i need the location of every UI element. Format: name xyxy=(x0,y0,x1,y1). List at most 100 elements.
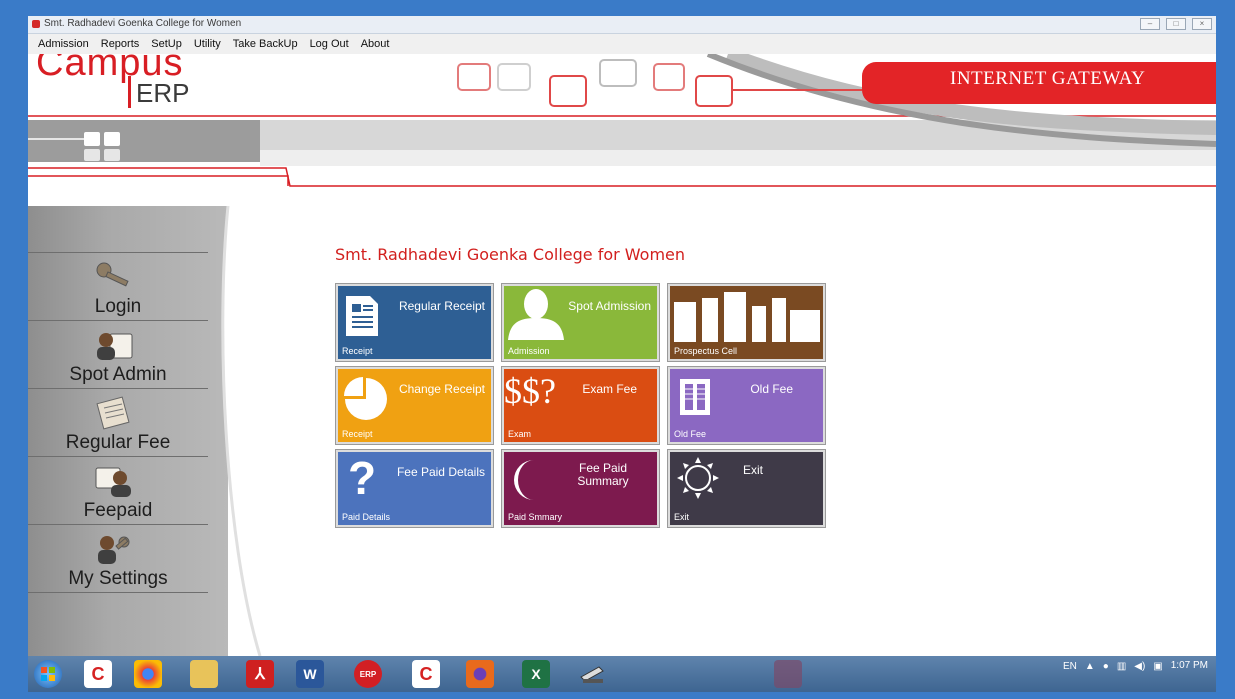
minimize-button[interactable]: – xyxy=(1140,18,1160,30)
taskbar: C ⅄ W ERP C X EN ▲ ● ▥ ◀) ▣ 1:07 PM xyxy=(28,656,1216,692)
windows-logo-icon xyxy=(41,667,55,681)
menu-setup[interactable]: SetUp xyxy=(145,38,188,50)
buildings-icon xyxy=(674,292,820,342)
sidebar-item-my-settings[interactable]: My Settings xyxy=(28,526,208,592)
sidebar: Login Spot Admin Regular Fee Feepaid My … xyxy=(28,206,262,656)
sidebar-separator xyxy=(28,592,208,593)
app-c-red-icon[interactable]: C xyxy=(84,660,112,688)
sidebar-separator xyxy=(28,320,208,321)
tile-exit[interactable]: Exit Exit xyxy=(667,449,826,528)
tile-exam-fee[interactable]: $$? Exam Fee Exam xyxy=(501,366,660,445)
taskbar-app-faded-icon[interactable] xyxy=(774,660,802,688)
menu-utility[interactable]: Utility xyxy=(188,38,227,50)
tile-fee-paid-details[interactable]: ? Fee Paid Details Paid Details xyxy=(335,449,494,528)
tile-subtitle: Receipt xyxy=(342,429,373,439)
question-icon: ? xyxy=(348,452,377,504)
maximize-button[interactable]: □ xyxy=(1166,18,1186,30)
close-button[interactable]: × xyxy=(1192,18,1212,30)
word-icon[interactable]: W xyxy=(296,660,324,688)
tile-title: Exit xyxy=(742,463,763,477)
header-connector xyxy=(28,167,1216,187)
sidebar-separator xyxy=(28,252,208,253)
tile-title: Fee Paid Details xyxy=(396,465,485,479)
sidebar-separator xyxy=(28,456,208,457)
menu-admission[interactable]: Admission xyxy=(32,38,95,50)
tile-subtitle: Exit xyxy=(674,512,690,522)
menu-log-out[interactable]: Log Out xyxy=(304,38,355,50)
tile-title: Exam Fee xyxy=(582,382,637,396)
tile-regular-receipt[interactable]: Regular Receipt Receipt xyxy=(335,283,494,362)
tile-subtitle: Prospectus Cell xyxy=(674,346,738,356)
sidebar-item-label: Login xyxy=(94,296,142,317)
sidebar-separator xyxy=(28,524,208,525)
sidebar-item-regular-fee[interactable]: Regular Fee xyxy=(28,390,208,456)
erp-icon[interactable]: ERP xyxy=(354,660,382,688)
sidebar-item-feepaid[interactable]: Feepaid xyxy=(28,458,208,524)
sidebar-item-label: Spot Admin xyxy=(69,364,167,385)
tile-subtitle: Paid Details xyxy=(342,512,391,522)
chrome-icon[interactable] xyxy=(134,660,162,688)
system-tray: EN ▲ ● ▥ ◀) ▣ 1:07 PM xyxy=(1063,660,1208,672)
sidebar-item-spot-admin[interactable]: Spot Admin xyxy=(28,322,208,388)
tile-subtitle: Admission xyxy=(508,346,550,356)
clock[interactable]: 1:07 PM xyxy=(1171,660,1208,672)
menu-reports[interactable]: Reports xyxy=(95,38,146,50)
title-bar: Smt. Radhadevi Goenka College for Women … xyxy=(28,16,1216,34)
app-window: Smt. Radhadevi Goenka College for Women … xyxy=(28,16,1216,656)
receipt-icon xyxy=(346,296,378,336)
start-button[interactable] xyxy=(34,660,62,688)
sidebar-item-label: My Settings xyxy=(68,568,168,589)
user-card-icon xyxy=(97,333,133,360)
scanner-icon[interactable] xyxy=(578,660,606,688)
tile-subtitle: Old Fee xyxy=(674,429,707,439)
logo-erp: ERP xyxy=(136,78,190,108)
pdf-icon[interactable]: ⅄ xyxy=(246,660,274,688)
tile-title: Regular Receipt xyxy=(398,299,485,313)
tray-monitor-icon[interactable]: ▣ xyxy=(1153,661,1162,672)
tile-fee-paid-summary[interactable]: Fee Paid Summary Paid Smmary xyxy=(501,449,660,528)
folder-icon[interactable] xyxy=(190,660,218,688)
book-icon xyxy=(680,379,710,415)
tile-old-fee[interactable]: Old Fee Old Fee xyxy=(667,366,826,445)
user-key-icon xyxy=(98,536,130,564)
internet-gateway-banner: INTERNET GATEWAY xyxy=(862,62,1216,104)
tile-title: Old Fee xyxy=(750,382,793,396)
sidebar-item-label: Feepaid xyxy=(83,500,153,521)
excel-icon[interactable]: X xyxy=(522,660,550,688)
tile-subtitle: Receipt xyxy=(342,346,373,356)
dollar-icon: $$? xyxy=(504,371,556,411)
tile-title: Change Receipt xyxy=(398,382,485,396)
menu-bar: Admission Reports SetUp Utility Take Bac… xyxy=(28,34,1216,54)
scanner-shape-icon xyxy=(580,666,604,683)
people-card-icon xyxy=(95,467,131,497)
tray-arrow-icon[interactable]: ▲ xyxy=(1085,661,1095,672)
clock-time: 1:07 PM xyxy=(1170,660,1208,671)
tile-spot-admission[interactable]: Spot Admission Admission xyxy=(501,283,660,362)
sidebar-separator xyxy=(28,388,208,389)
tile-prospectus-cell[interactable]: Prospectus Cell xyxy=(667,283,826,362)
pie-icon xyxy=(344,377,387,420)
college-title: Smt. Radhadevi Goenka College for Women xyxy=(335,245,686,264)
window-title: Smt. Radhadevi Goenka College for Women xyxy=(44,18,242,29)
tile-subtitle: Exam xyxy=(508,429,532,439)
tile-title: Spot Admission xyxy=(568,299,651,313)
app-icon xyxy=(32,20,40,28)
menu-take-backup[interactable]: Take BackUp xyxy=(227,38,304,50)
network-icon[interactable]: ▥ xyxy=(1117,661,1126,672)
firefox-icon[interactable] xyxy=(466,660,494,688)
key-icon xyxy=(96,262,129,287)
tray-app-icon[interactable]: ● xyxy=(1103,661,1109,672)
sidebar-item-label: Regular Fee xyxy=(65,432,171,453)
person-icon xyxy=(508,289,564,340)
moon-icon xyxy=(514,460,534,500)
volume-icon[interactable]: ◀) xyxy=(1134,661,1145,672)
sun-icon xyxy=(677,457,719,499)
tile-change-receipt[interactable]: Change Receipt Receipt xyxy=(335,366,494,445)
sidebar-item-login[interactable]: Login xyxy=(28,254,208,320)
document-icon xyxy=(96,396,130,430)
tile-title: Fee Paid Summary xyxy=(577,461,629,488)
menu-about[interactable]: About xyxy=(355,38,396,50)
logo-divider xyxy=(128,76,131,108)
language-indicator[interactable]: EN xyxy=(1063,661,1077,672)
app-c-red-2-icon[interactable]: C xyxy=(412,660,440,688)
